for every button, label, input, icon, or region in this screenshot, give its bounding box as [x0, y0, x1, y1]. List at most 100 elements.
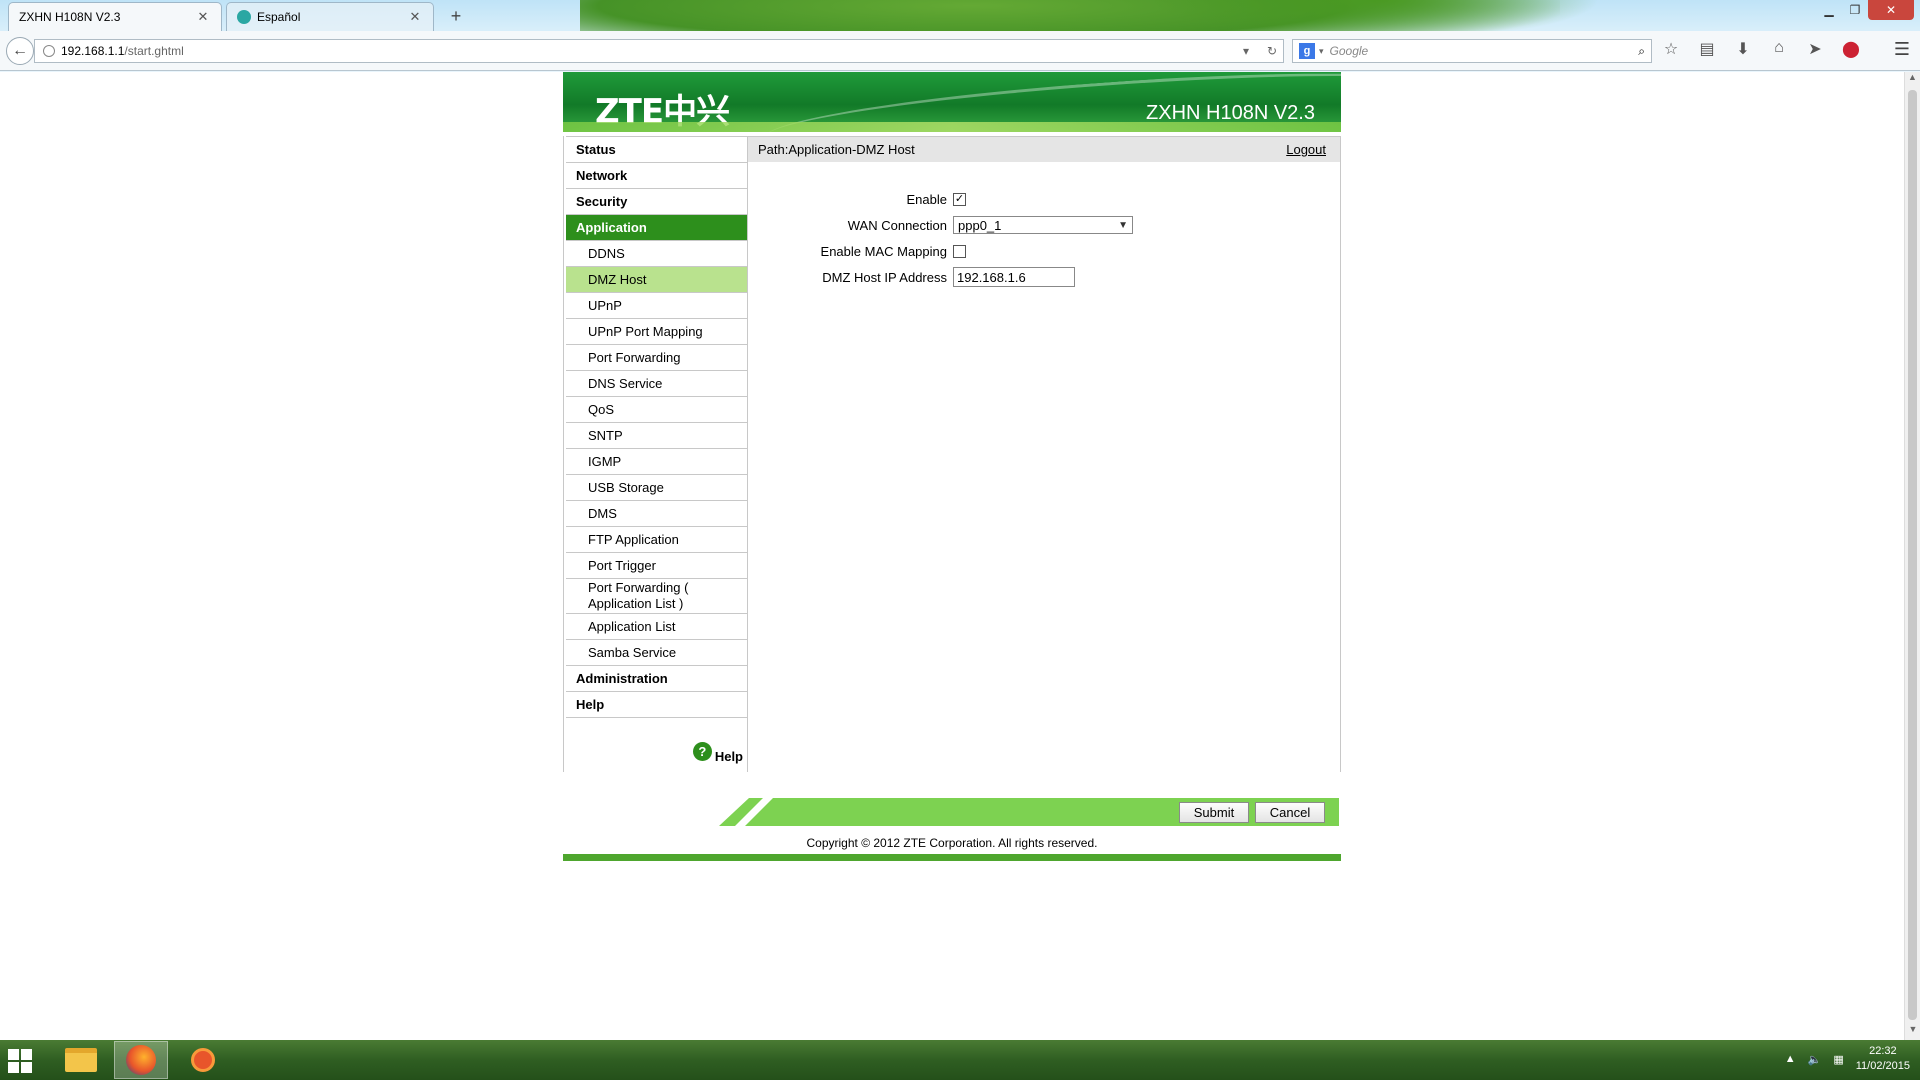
sidebar: Status Network Security Application DDNS…: [566, 136, 748, 772]
cancel-button[interactable]: Cancel: [1255, 802, 1325, 823]
side-help-label: Help: [714, 749, 743, 764]
dmz-ip-label: DMZ Host IP Address: [822, 269, 947, 285]
footer-bar: [563, 854, 1341, 861]
submenu-usb-storage[interactable]: USB Storage: [566, 475, 747, 501]
enable-checkbox[interactable]: ✓: [953, 192, 966, 206]
window-controls: ▁ ❐ ✕: [1816, 0, 1914, 20]
checkmark-icon: ✓: [954, 192, 965, 205]
tab-router[interactable]: ZXHN H108N V2.3 ✕: [8, 2, 222, 31]
page-scrollbar[interactable]: ▲ ▼: [1904, 72, 1920, 1040]
nav-bar: ← 192.168.1.1/start.ghtml ▾ ↻ g ▾ Google…: [0, 31, 1920, 71]
submenu-port-forwarding-app-list[interactable]: Port Forwarding ( Application List ): [566, 579, 747, 614]
submenu-upnp-port-mapping[interactable]: UPnP Port Mapping: [566, 319, 747, 345]
page-viewport: ZTE中兴 ZXHN H108N V2.3 Status Network Sec…: [0, 72, 1904, 1040]
router-banner: ZTE中兴 ZXHN H108N V2.3: [563, 72, 1341, 132]
ip-row: DMZ Host IP Address: [748, 264, 1340, 290]
taskbar: ▲ 🔈 ▦ 22:32 11/02/2015: [0, 1040, 1920, 1080]
submenu-dns-service[interactable]: DNS Service: [566, 371, 747, 397]
submenu-igmp[interactable]: IGMP: [566, 449, 747, 475]
wan-row: WAN Connection ppp0_1 ▼: [748, 212, 1340, 238]
submenu-ftp-application[interactable]: FTP Application: [566, 527, 747, 553]
menu-application[interactable]: Application: [566, 215, 747, 241]
clock-date: 11/02/2015: [1855, 1060, 1910, 1072]
mac-row: Enable MAC Mapping: [748, 238, 1340, 264]
close-tab-icon[interactable]: ✕: [407, 9, 423, 25]
submenu-ddns[interactable]: DDNS: [566, 241, 747, 267]
submenu-dmz-host[interactable]: DMZ Host: [566, 267, 747, 293]
action-bar: Submit Cancel: [563, 798, 1341, 828]
clock-time: 22:32: [1869, 1045, 1897, 1057]
dropdown-arrow-icon[interactable]: ▾: [1243, 44, 1249, 58]
submenu-port-forwarding[interactable]: Port Forwarding: [566, 345, 747, 371]
back-arrow-icon: ←: [12, 42, 28, 59]
menu-help[interactable]: Help: [566, 692, 747, 718]
toolbar-icons: ☆ ▤ ⬇ ⌂ ➤ ⬤: [1660, 39, 1862, 59]
system-tray: ▲ 🔈 ▦ 22:32 11/02/2015: [1785, 1044, 1910, 1074]
submit-button[interactable]: Submit: [1179, 802, 1249, 823]
restore-icon[interactable]: ❐: [1842, 0, 1868, 20]
taskbar-file-explorer[interactable]: [54, 1041, 108, 1079]
volume-icon[interactable]: 🔈: [1808, 1053, 1822, 1066]
download-icon[interactable]: ⬇: [1732, 39, 1754, 59]
windows-start-icon[interactable]: [8, 1049, 32, 1073]
scroll-down-icon[interactable]: ▼: [1905, 1024, 1920, 1040]
url-bar[interactable]: 192.168.1.1/start.ghtml ▾ ↻: [34, 39, 1284, 63]
media-player-icon: [191, 1048, 215, 1072]
clock[interactable]: 22:32 11/02/2015: [1856, 1044, 1910, 1074]
back-button[interactable]: ←: [6, 37, 34, 65]
tray-expand-icon[interactable]: ▲: [1785, 1053, 1796, 1065]
router-body: Status Network Security Application DDNS…: [563, 136, 1341, 772]
router-panel: ZTE中兴 ZXHN H108N V2.3 Status Network Sec…: [563, 72, 1341, 861]
submenu-port-trigger[interactable]: Port Trigger: [566, 553, 747, 579]
search-icon[interactable]: ⌕: [1638, 44, 1645, 59]
tab-espanol[interactable]: Español ✕: [226, 2, 434, 31]
scroll-thumb[interactable]: [1908, 90, 1917, 1020]
adblock-icon[interactable]: ⬤: [1840, 39, 1862, 59]
menu-status[interactable]: Status: [566, 137, 747, 163]
site-identity-icon[interactable]: [43, 45, 55, 57]
new-tab-button[interactable]: +: [446, 7, 466, 27]
close-window-icon[interactable]: ✕: [1868, 0, 1914, 20]
taskbar-firefox[interactable]: [114, 1041, 168, 1079]
minimize-icon[interactable]: ▁: [1816, 0, 1842, 20]
menu-administration[interactable]: Administration: [566, 666, 747, 692]
main-content: Path:Application-DMZ Host Logout Enable …: [748, 136, 1340, 772]
google-icon[interactable]: g: [1299, 43, 1315, 59]
reading-list-icon[interactable]: ▤: [1696, 39, 1718, 59]
send-icon[interactable]: ➤: [1804, 39, 1826, 59]
menu-icon[interactable]: ☰: [1894, 39, 1910, 60]
menu-network[interactable]: Network: [566, 163, 747, 189]
logout-link[interactable]: Logout: [1286, 142, 1326, 157]
wan-connection-select[interactable]: ppp0_1 ▼: [953, 216, 1133, 234]
mac-mapping-checkbox[interactable]: [953, 244, 966, 258]
submenu-samba-service[interactable]: Samba Service: [566, 640, 747, 666]
tab-label: Español: [257, 10, 301, 24]
tripadvisor-icon: [237, 10, 251, 24]
reload-icon[interactable]: ↻: [1267, 44, 1277, 58]
wan-label: WAN Connection: [847, 217, 947, 233]
model-name: ZXHN H108N V2.3: [1146, 102, 1315, 124]
scroll-up-icon[interactable]: ▲: [1905, 72, 1920, 88]
menu-security[interactable]: Security: [566, 189, 747, 215]
dmz-ip-input[interactable]: [953, 267, 1075, 287]
submenu-dms[interactable]: DMS: [566, 501, 747, 527]
submenu-qos[interactable]: QoS: [566, 397, 747, 423]
network-icon[interactable]: ▦: [1833, 1053, 1843, 1066]
submenu-application-list[interactable]: Application List: [566, 614, 747, 640]
submenu-sntp[interactable]: SNTP: [566, 423, 747, 449]
close-tab-icon[interactable]: ✕: [195, 9, 211, 25]
zte-logo: ZTE中兴: [595, 92, 730, 132]
home-icon[interactable]: ⌂: [1768, 39, 1790, 59]
taskbar-media-player[interactable]: [176, 1041, 230, 1079]
url-tools: ▾ ↻: [1243, 44, 1283, 58]
side-help-link[interactable]: ? Help: [692, 742, 743, 764]
copyright: Copyright © 2012 ZTE Corporation. All ri…: [806, 836, 1098, 850]
breadcrumb: Path:Application-DMZ Host: [758, 142, 915, 157]
search-bar[interactable]: g ▾ Google ⌕: [1292, 39, 1652, 63]
firefox-icon: [126, 1045, 156, 1075]
search-placeholder: Google: [1329, 44, 1369, 58]
url-text: 192.168.1.1/start.ghtml: [61, 44, 1243, 58]
bookmark-star-icon[interactable]: ☆: [1660, 39, 1682, 59]
submenu-upnp[interactable]: UPnP: [566, 293, 747, 319]
search-engine-dropdown-icon[interactable]: ▾: [1319, 46, 1324, 57]
